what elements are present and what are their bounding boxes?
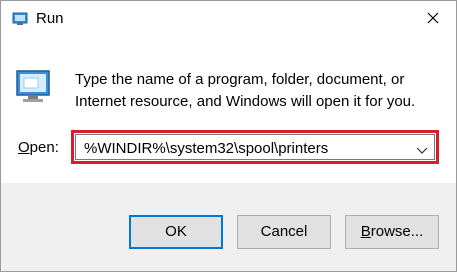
run-large-icon [16, 70, 56, 106]
cancel-button[interactable]: Cancel [237, 215, 331, 249]
run-app-icon [12, 11, 28, 27]
open-combobox-field[interactable]: %WINDIR%\system32\spool\printers [75, 134, 435, 160]
window-title: Run [36, 10, 64, 27]
open-label: Open: [18, 139, 59, 157]
dialog-content: Type the name of a program, folder, docu… [1, 38, 456, 198]
ok-button[interactable]: OK [129, 215, 223, 249]
close-button[interactable] [410, 1, 456, 38]
browse-button[interactable]: Browse... [345, 215, 439, 249]
button-bar: OK Cancel Browse... [1, 183, 456, 271]
browse-accelerator: B [360, 223, 371, 240]
open-combobox[interactable]: %WINDIR%\system32\spool\printers [71, 130, 439, 164]
browse-label: rowse... [370, 223, 424, 240]
open-input-value[interactable]: %WINDIR%\system32\spool\printers [84, 140, 328, 158]
open-label-accelerator: O [18, 139, 30, 156]
open-label-text: pen: [29, 139, 59, 156]
close-icon [427, 11, 439, 29]
chevron-down-icon[interactable] [416, 143, 428, 155]
title-bar: Run [1, 1, 456, 38]
run-dialog: Run Type the name of a program, folder, … [0, 0, 457, 272]
instruction-text: Type the name of a program, folder, docu… [75, 71, 416, 110]
